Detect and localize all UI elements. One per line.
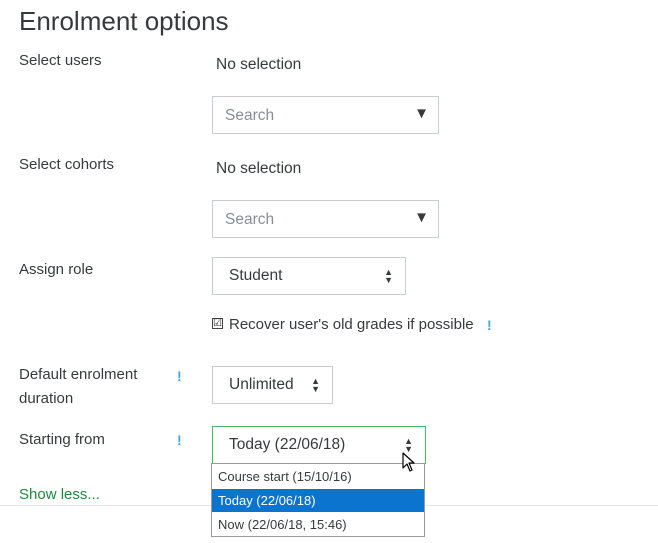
- select-users-value: No selection: [216, 56, 302, 73]
- default-duration-label-line1: Default enrolment: [19, 366, 138, 383]
- recover-grades-label: Recover user's old grades if possible: [229, 316, 474, 333]
- starting-from-dropdown[interactable]: Course start (15/10/16) Today (22/06/18)…: [211, 463, 425, 537]
- page-title: Enrolment options: [19, 6, 229, 36]
- assign-role-select[interactable]: Student ▲ ▼: [212, 257, 406, 295]
- select-updown-icon: ▲ ▼: [404, 436, 413, 454]
- select-cohorts-search-placeholder: Search: [225, 211, 275, 228]
- recover-grades-checkbox[interactable]: ☑: [212, 318, 223, 329]
- select-cohorts-label: Select cohorts: [19, 156, 115, 173]
- select-updown-icon: ▲ ▼: [311, 376, 320, 394]
- help-icon[interactable]: !: [177, 432, 182, 448]
- default-duration-label-line2: duration: [19, 390, 74, 407]
- default-duration-selected: Unlimited: [229, 376, 294, 393]
- starting-from-select[interactable]: Today (22/06/18) ▲ ▼: [212, 426, 426, 464]
- dropdown-arrow-icon[interactable]: ▼: [414, 105, 429, 122]
- select-updown-icon: ▲ ▼: [384, 267, 393, 285]
- help-icon[interactable]: !: [177, 368, 182, 384]
- select-users-label: Select users: [19, 52, 102, 69]
- assign-role-label: Assign role: [19, 261, 94, 278]
- assign-role-selected: Student: [229, 267, 283, 284]
- dropdown-option[interactable]: Course start (15/10/16): [212, 465, 424, 488]
- select-users-search[interactable]: Search ▼: [212, 96, 439, 134]
- starting-from-label: Starting from: [19, 431, 105, 448]
- dropdown-arrow-icon[interactable]: ▼: [414, 209, 429, 226]
- select-cohorts-search[interactable]: Search ▼: [212, 200, 439, 238]
- select-users-search-placeholder: Search: [225, 107, 275, 124]
- select-cohorts-value: No selection: [216, 160, 302, 177]
- help-icon[interactable]: !: [487, 317, 492, 333]
- starting-from-selected: Today (22/06/18): [229, 436, 346, 453]
- default-duration-select[interactable]: Unlimited ▲ ▼: [212, 366, 333, 404]
- dropdown-option-selected[interactable]: Today (22/06/18): [212, 489, 424, 512]
- show-less-link[interactable]: Show less...: [19, 486, 100, 503]
- mouse-cursor-icon: [402, 452, 415, 472]
- dropdown-option[interactable]: Now (22/06/18, 15:46): [212, 513, 424, 536]
